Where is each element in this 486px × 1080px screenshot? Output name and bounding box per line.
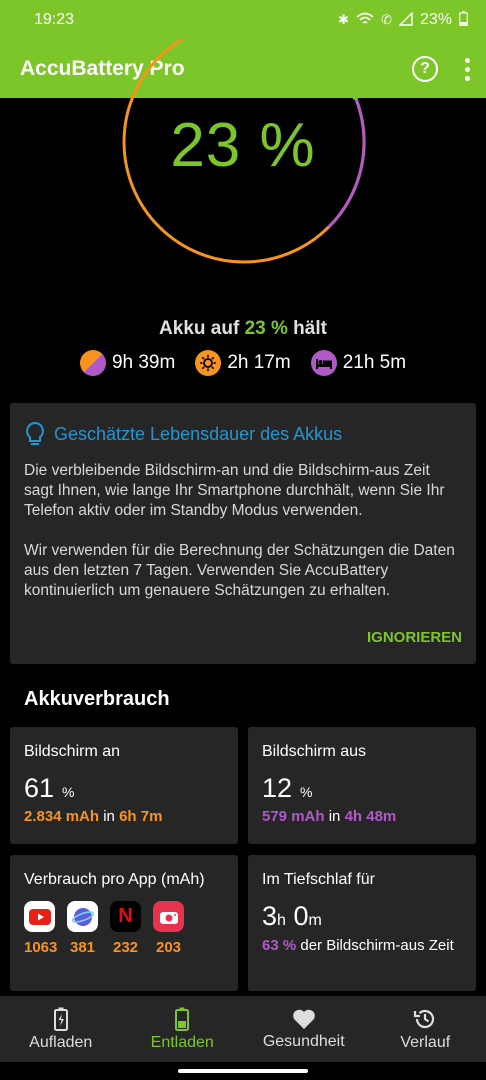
call-icon: ✆ (381, 12, 392, 27)
system-nav-bar (0, 1062, 486, 1080)
screen-on-value: 2h 17m (227, 352, 291, 373)
nav-tab-discharge[interactable]: Entladen (122, 996, 244, 1062)
screen-off-in: in (328, 808, 341, 825)
deep-sleep-hours: 3 (262, 901, 278, 931)
app-usage-value: 381 (69, 939, 96, 956)
per-app-card[interactable]: Verbrauch pro App (mAh) 1063 381 N 232 2… (10, 855, 238, 991)
signal-icon (398, 10, 413, 29)
deep-sleep-percent: 63 % (262, 937, 297, 954)
deep-sleep-minutes-unit: m (308, 912, 322, 929)
nav-tab-charge-label: Aufladen (29, 1033, 93, 1051)
app-item[interactable]: 381 (67, 901, 98, 956)
deep-sleep-text: der Bildschirm-aus Zeit (300, 937, 454, 954)
per-app-label: Verbrauch pro App (mAh) (24, 871, 205, 888)
nav-tab-discharge-label: Entladen (150, 1033, 214, 1051)
nav-tab-health-label: Gesundheit (262, 1032, 345, 1050)
history-icon (414, 1009, 435, 1028)
battery-charging-icon (53, 1007, 68, 1031)
section-title: Akkuverbrauch (24, 688, 170, 710)
standby-time: 21h 5m (310, 350, 407, 376)
camera-icon (153, 901, 184, 932)
mixed-usage-time: 9h 39m (79, 350, 176, 376)
info-card: Geschätzte Lebensdauer des Akkus Die ver… (10, 403, 476, 664)
battery-icon (459, 11, 468, 29)
deep-sleep-duration: 3h 0m (262, 901, 462, 932)
screen-on-percent: 61% (24, 773, 224, 804)
app-item[interactable]: 203 (153, 901, 184, 956)
gauge-level-arc (301, 40, 359, 100)
info-paragraph-1: Die verbleibende Bildschirm-an und die B… (24, 462, 445, 519)
bed-icon (310, 350, 337, 376)
screen-on-label: Bildschirm an (24, 743, 121, 760)
akku-suffix: hält (293, 318, 327, 339)
bluetooth-icon: ✱ (338, 12, 350, 27)
app-usage-value: 232 (112, 939, 139, 956)
battery-icon (175, 1007, 190, 1031)
more-options-icon[interactable] (464, 57, 470, 81)
screen-on-in: in (103, 808, 115, 825)
nav-tab-history-label: Verlauf (400, 1033, 451, 1051)
info-card-header: Geschätzte Lebensdauer des Akkus (24, 421, 462, 447)
battery-percentage: 23 % (170, 111, 316, 180)
youtube-icon (24, 901, 55, 932)
heart-icon (292, 1009, 315, 1029)
screen-off-details: 579 mAh in 4h 48m (262, 808, 462, 825)
info-paragraph-2: Wir verwenden für die Berechnung der Sch… (24, 542, 455, 599)
screen-off-mah: 579 mAh (262, 808, 325, 825)
home-indicator[interactable] (178, 1069, 308, 1073)
samsung-internet-icon (67, 901, 98, 932)
screen-on-duration: 6h 7m (119, 808, 163, 825)
screen-off-percent-unit: % (300, 784, 313, 800)
app-item[interactable]: N 232 (110, 901, 141, 956)
nav-tab-history[interactable]: Verlauf (365, 996, 486, 1062)
app-item[interactable]: 1063 (24, 901, 58, 956)
screen-on-time: 2h 17m (195, 350, 291, 376)
wifi-icon (356, 12, 374, 29)
status-time: 19:23 (34, 11, 75, 28)
screen-on-mah: 2.834 mAh (24, 808, 100, 825)
standby-value: 21h 5m (342, 352, 407, 373)
screen-on-card[interactable]: Bildschirm an 61% 2.834 mAh in 6h 7m (10, 727, 238, 844)
ignore-button[interactable]: IGNORIEREN (367, 629, 462, 646)
deep-sleep-minutes: 0 (293, 901, 309, 931)
screen-on-percent-unit: % (62, 784, 75, 800)
netflix-icon: N (110, 901, 141, 932)
deep-sleep-hours-unit: h (277, 912, 286, 929)
bottom-navigation: Aufladen Entladen Gesundheit Verlauf (0, 996, 486, 1062)
screen-off-card[interactable]: Bildschirm aus 12% 579 mAh in 4h 48m (248, 727, 476, 844)
info-card-title: Geschätzte Lebensdauer des Akkus (54, 423, 343, 444)
deep-sleep-label: Im Tiefschlaf für (262, 871, 375, 888)
screen-off-percent: 12% (262, 773, 462, 804)
screen-on-details: 2.834 mAh in 6h 7m (24, 808, 224, 825)
screen-off-duration: 4h 48m (344, 808, 397, 825)
screen-on-percent-value: 61 (24, 773, 55, 803)
screen-off-percent-value: 12 (262, 773, 293, 803)
akku-status: Akku auf 23 % hält (0, 318, 486, 340)
status-icons: ✱ ✆ 23% (338, 10, 468, 29)
app-usage-value: 1063 (24, 939, 58, 956)
akku-prefix: Akku auf (159, 318, 240, 339)
help-icon[interactable]: ? (412, 56, 438, 82)
mixed-usage-value: 9h 39m (111, 352, 176, 373)
sun-icon (195, 350, 222, 376)
nav-tab-charge[interactable]: Aufladen (0, 996, 122, 1062)
app-usage-value: 203 (155, 939, 182, 956)
remaining-times: 9h 39m 2h 17m 21h 5m (0, 350, 486, 376)
status-bar: 19:23 ✱ ✆ 23% (0, 0, 486, 40)
status-battery-text: 23% (419, 11, 452, 28)
deep-sleep-card[interactable]: Im Tiefschlaf für 3h 0m 63 % der Bildsch… (248, 855, 476, 991)
nav-tab-health[interactable]: Gesundheit (243, 996, 365, 1062)
lightbulb-icon (26, 421, 44, 445)
app-list: 1063 381 N 232 203 (24, 901, 224, 956)
screen-off-label: Bildschirm aus (262, 743, 367, 760)
deep-sleep-details: 63 % der Bildschirm-aus Zeit (262, 936, 462, 955)
akku-value: 23 % (244, 318, 288, 339)
mixed-usage-icon (79, 350, 106, 376)
